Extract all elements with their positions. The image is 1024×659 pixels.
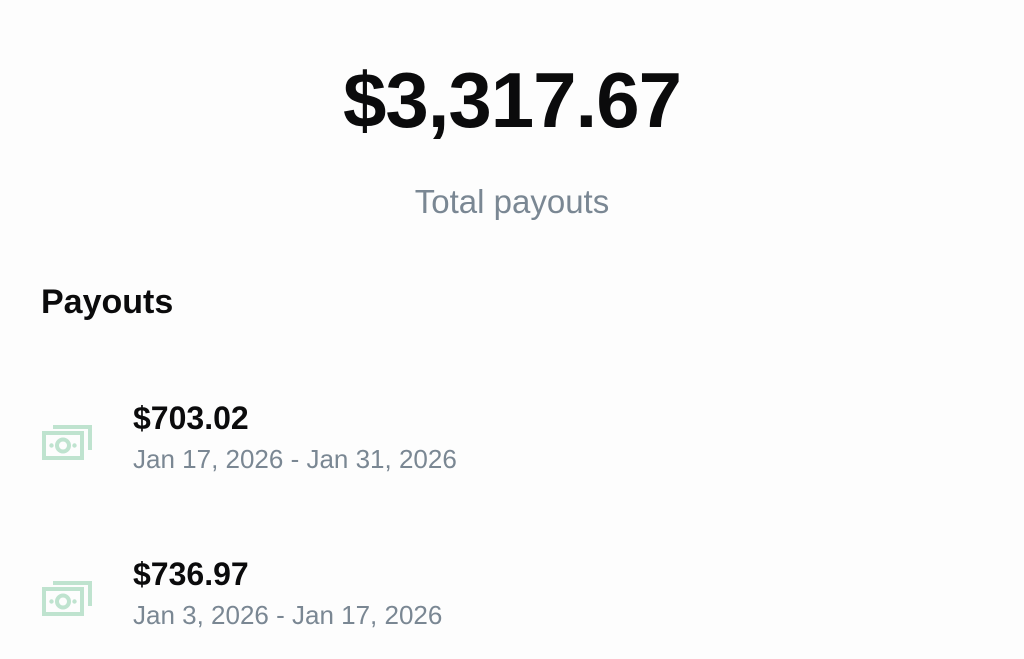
cash-icon — [41, 418, 93, 462]
total-payouts-label: Total payouts — [414, 183, 610, 220]
payouts-section-title: Payouts — [41, 283, 174, 321]
payout-period: Jan 3, 2026 - Jan 17, 2026 — [133, 600, 443, 630]
payout-period: Jan 17, 2026 - Jan 31, 2026 — [133, 444, 457, 474]
payout-amount: $703.02 — [133, 400, 249, 436]
payout-row[interactable]: $703.02 Jan 17, 2026 - Jan 31, 2026 — [0, 390, 1024, 500]
payout-amount: $736.97 — [133, 556, 249, 592]
total-payouts-amount: $3,317.67 — [342, 56, 682, 144]
payout-row[interactable]: $736.97 Jan 3, 2026 - Jan 17, 2026 — [0, 546, 1024, 656]
cash-icon — [41, 574, 93, 618]
